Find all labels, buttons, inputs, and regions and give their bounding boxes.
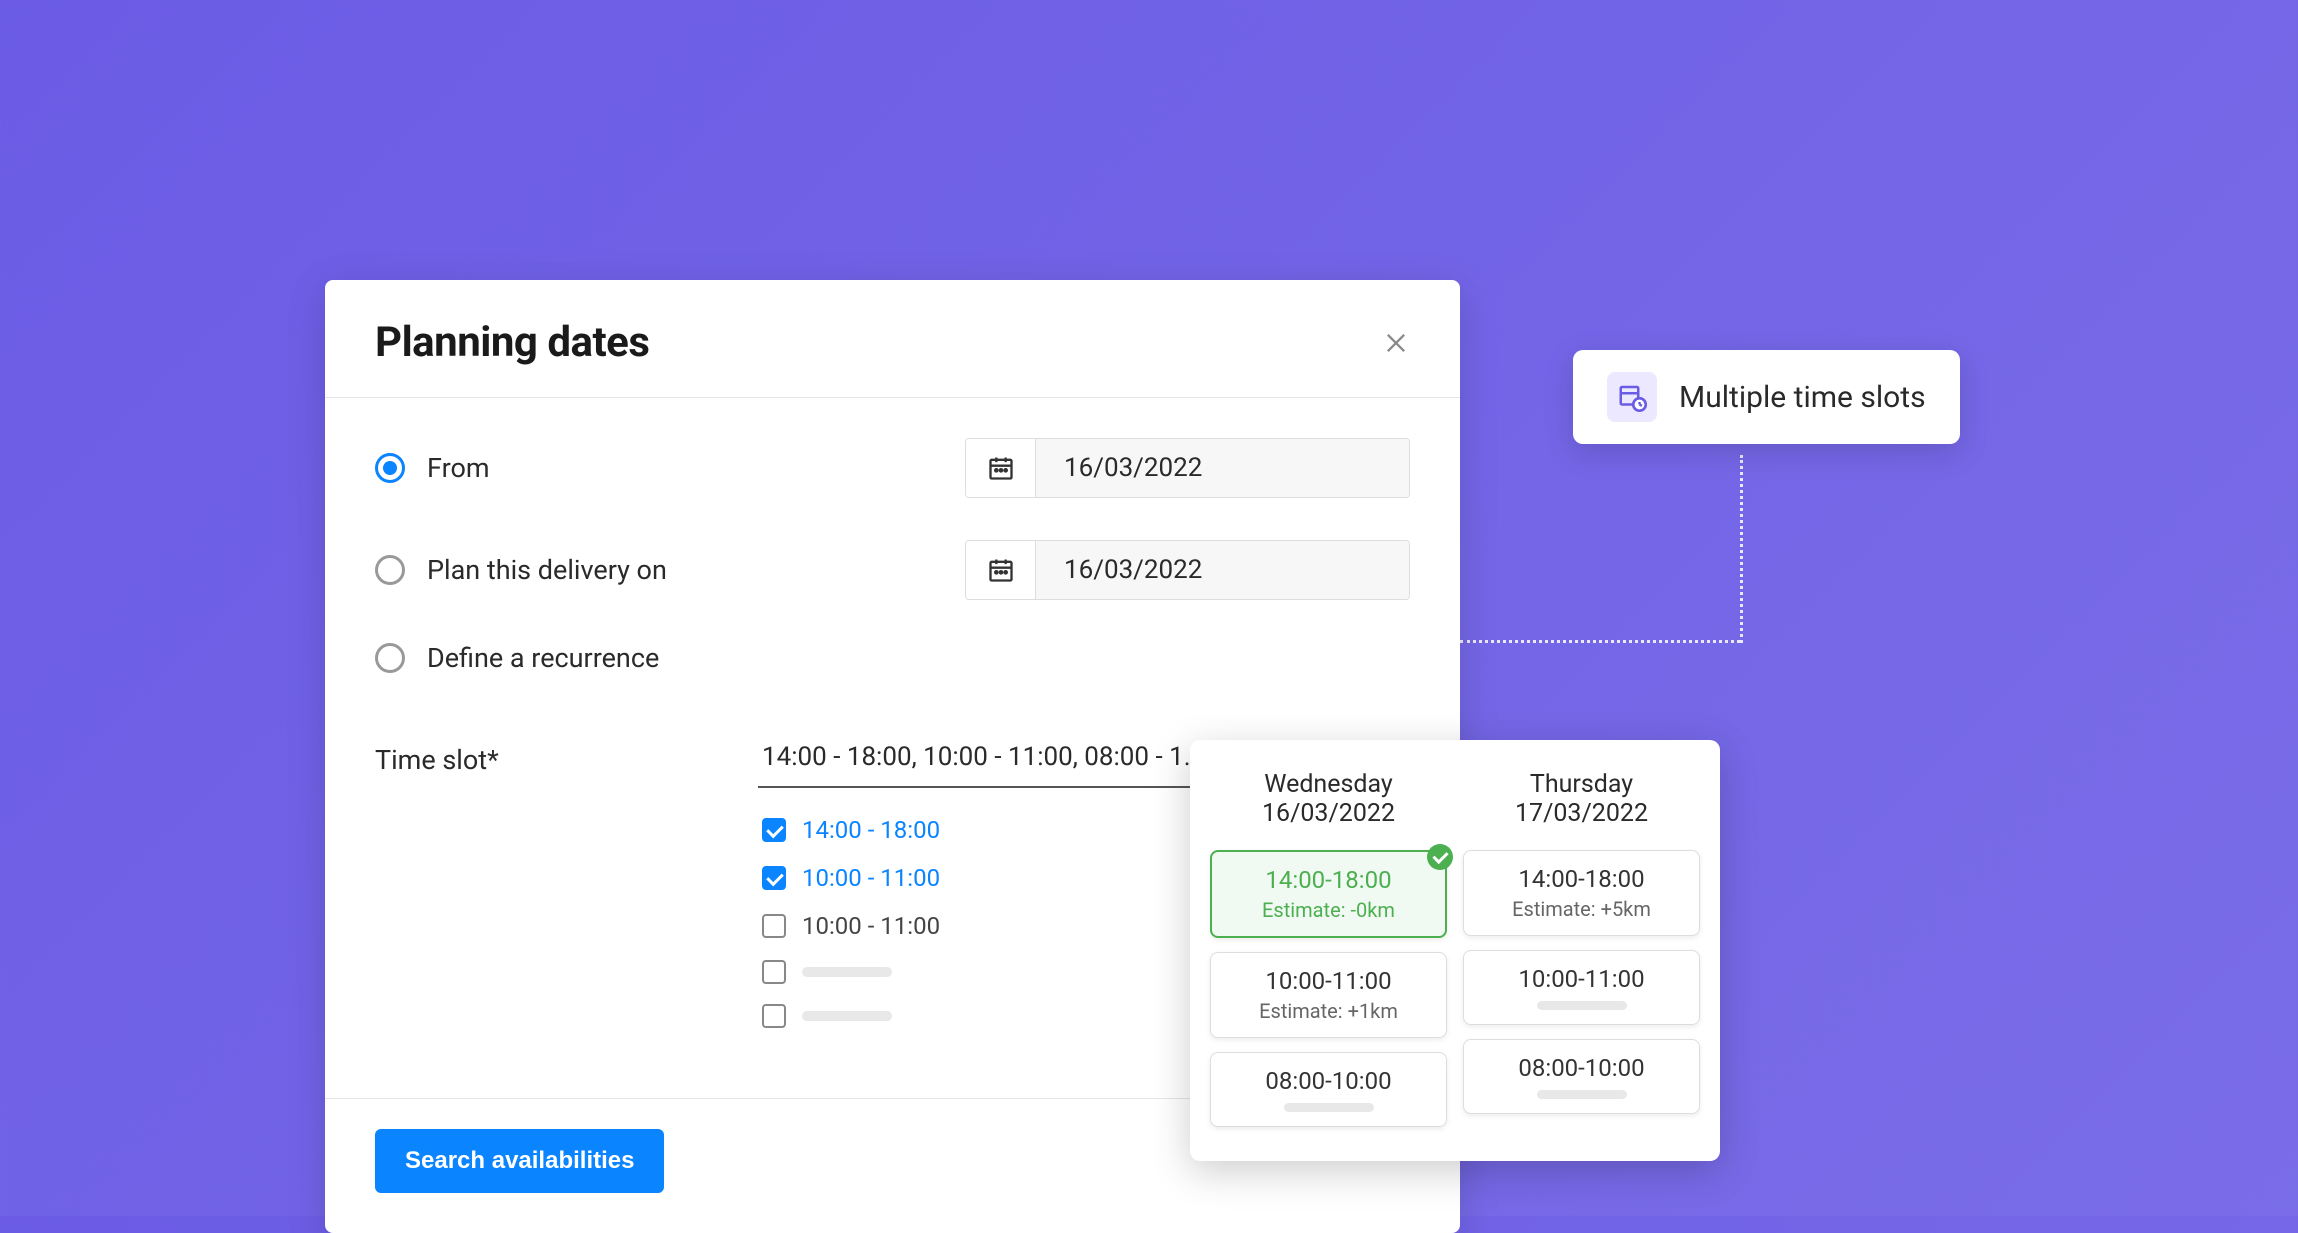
checkbox-icon [762,866,786,890]
radio-recurrence[interactable]: Define a recurrence [375,642,659,674]
placeholder-bar [1537,1090,1627,1099]
availability-panel: Wednesday 16/03/2022 14:00-18:00 Estimat… [1190,740,1720,1161]
callout-label: Multiple time slots [1679,380,1926,415]
calendar-icon [987,454,1015,482]
connector-line-v [1740,455,1743,643]
modal-header: Planning dates [325,280,1460,398]
check-badge-icon [1427,844,1453,870]
checkbox-icon [762,960,786,984]
timeslot-label: Time slot* [375,734,758,776]
radio-from-indicator [375,453,405,483]
radio-plan-on-indicator [375,555,405,585]
search-availabilities-button[interactable]: Search availabilities [375,1129,664,1193]
radio-recurrence-label: Define a recurrence [427,642,659,674]
date-plan-on-value: 16/03/2022 [1036,541,1409,599]
placeholder-bar [1537,1001,1627,1010]
radio-from-label: From [427,452,490,484]
option-recurrence-row: Define a recurrence [375,642,1410,674]
availability-column: Wednesday 16/03/2022 14:00-18:00 Estimat… [1210,770,1447,1141]
date-input-plan-on[interactable]: 16/03/2022 [965,540,1410,600]
slot-card[interactable]: 08:00-10:00 [1463,1039,1700,1114]
placeholder-bar [1284,1103,1374,1112]
date-from-value: 16/03/2022 [1036,439,1409,497]
radio-recurrence-indicator [375,643,405,673]
connector-line-h [1460,640,1740,643]
slot-time: 14:00-18:00 [1472,865,1691,893]
callout-icon-box [1607,372,1657,422]
modal-title: Planning dates [375,318,649,367]
slot-estimate: Estimate: +1km [1219,999,1438,1023]
slot-time: 10:00-11:00 [1219,967,1438,995]
slot-card[interactable]: 14:00-18:00 Estimate: -0km [1210,850,1447,938]
close-button[interactable] [1382,329,1410,357]
slot-time: 14:00-18:00 [1220,866,1437,894]
checkbox-icon [762,1004,786,1028]
checkbox-icon [762,914,786,938]
placeholder-bar [802,1011,892,1021]
option-from-row: From 16/03/2022 [375,438,1410,498]
availability-day: Thursday [1530,770,1633,799]
close-icon [1382,329,1410,357]
calendar-icon-box [966,439,1036,497]
timeslot-option-label: 14:00 - 18:00 [802,816,940,844]
option-plan-on-row: Plan this delivery on 16/03/2022 [375,540,1410,600]
checkbox-icon [762,818,786,842]
calendar-clock-icon [1617,382,1647,412]
slot-estimate: Estimate: +5km [1472,897,1691,921]
slot-card[interactable]: 14:00-18:00 Estimate: +5km [1463,850,1700,936]
slot-time: 08:00-10:00 [1472,1054,1691,1082]
availability-day: Wednesday [1264,770,1392,799]
radio-plan-on-label: Plan this delivery on [427,554,667,586]
placeholder-bar [802,967,892,977]
availability-date: 17/03/2022 [1515,799,1648,828]
callout-multiple-time-slots: Multiple time slots [1573,350,1960,444]
slot-card[interactable]: 10:00-11:00 Estimate: +1km [1210,952,1447,1038]
timeslot-option-label: 10:00 - 11:00 [802,912,940,940]
calendar-icon-box [966,541,1036,599]
radio-plan-on[interactable]: Plan this delivery on [375,554,667,586]
date-input-from[interactable]: 16/03/2022 [965,438,1410,498]
availability-column: Thursday 17/03/2022 14:00-18:00 Estimate… [1463,770,1700,1141]
slot-card[interactable]: 10:00-11:00 [1463,950,1700,1025]
availability-date: 16/03/2022 [1262,799,1395,828]
slot-estimate: Estimate: -0km [1220,898,1437,922]
slot-time: 10:00-11:00 [1472,965,1691,993]
slot-card[interactable]: 08:00-10:00 [1210,1052,1447,1127]
radio-from[interactable]: From [375,452,490,484]
timeslot-option-label: 10:00 - 11:00 [802,864,940,892]
calendar-icon [987,556,1015,584]
slot-time: 08:00-10:00 [1219,1067,1438,1095]
